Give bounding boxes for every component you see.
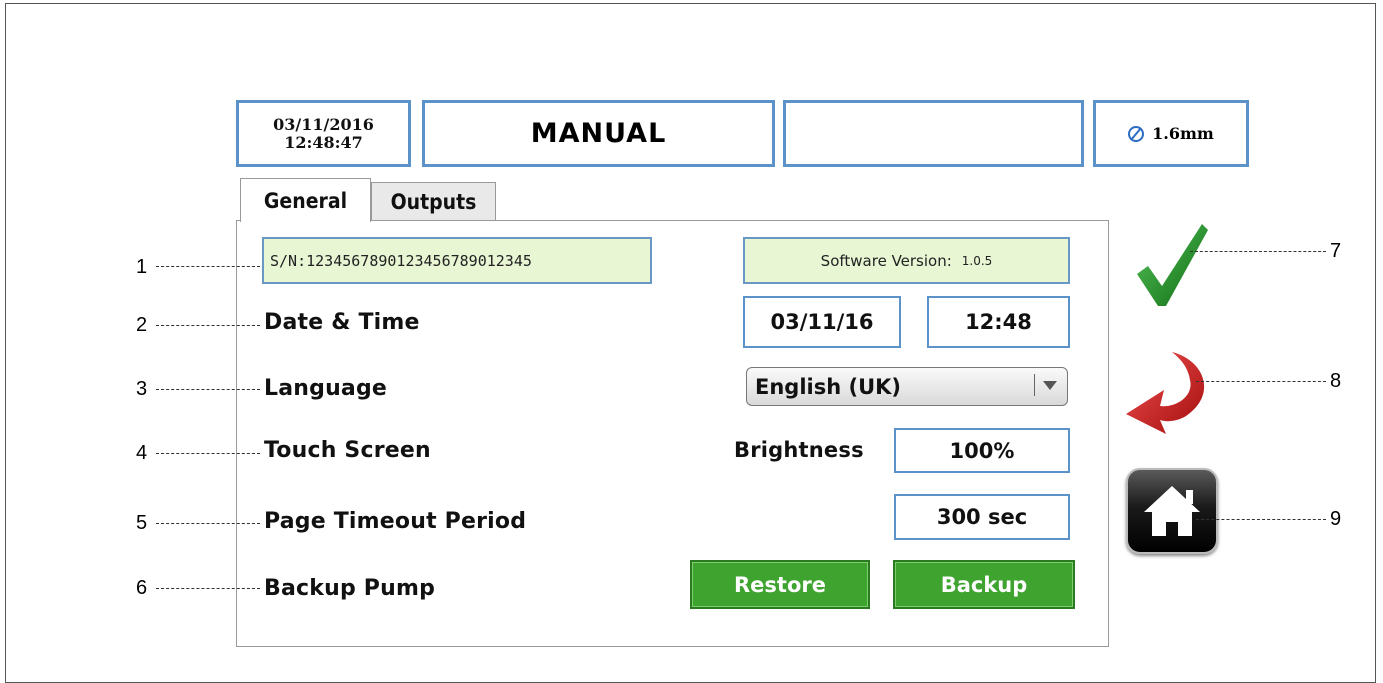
software-version-box: Software Version: 1.0.5 [743,237,1070,284]
callout-2: 2 [136,314,148,336]
restore-button-label: Restore [734,572,826,597]
callout-8: 8 [1330,370,1342,392]
backup-button-label: Backup [940,572,1028,597]
backup-button[interactable]: Backup [893,560,1075,609]
nozzle-size-display: 1.6mm [1093,100,1249,167]
software-version-label: Software Version: [820,251,952,270]
time-value: 12:48 [965,310,1032,334]
home-icon [1144,486,1200,536]
brightness-label: Brightness [734,438,864,462]
date-time-label: Date & Time [264,310,420,335]
software-version-value: 1.0.5 [961,253,993,268]
backup-pump-label: Backup Pump [264,576,436,601]
leader-line-8 [1196,381,1326,382]
brightness-value: 100% [949,438,1015,463]
checkmark-icon [1137,224,1208,306]
leader-line-9 [1196,519,1326,520]
time-field[interactable]: 12:48 [927,296,1070,348]
back-button[interactable] [1124,350,1214,436]
callout-7: 7 [1330,240,1342,262]
page-timeout-field[interactable]: 300 sec [894,494,1070,540]
callout-3: 3 [136,378,148,400]
status-display [783,100,1084,167]
leader-line-1 [156,266,260,267]
tab-general-label: General [263,188,348,213]
brightness-field[interactable]: 100% [894,428,1070,473]
back-arrow-icon [1126,352,1205,434]
tab-outputs-label: Outputs [390,189,477,214]
callout-1: 1 [136,256,148,278]
leader-line-4 [156,453,260,454]
leader-line-5 [156,523,260,524]
home-button[interactable] [1126,468,1218,554]
leader-line-2 [156,325,260,326]
restore-button[interactable]: Restore [690,560,870,609]
datetime-display: 03/11/2016 12:48:47 [236,100,411,167]
header-time: 12:48:47 [284,132,363,152]
select-divider [1034,374,1035,396]
mode-label: MANUAL [530,118,667,149]
callout-5: 5 [136,512,148,534]
date-value: 03/11/16 [770,310,874,334]
leader-line-6 [156,588,260,589]
language-label: Language [264,376,388,401]
page-timeout-label: Page Timeout Period [264,509,527,534]
date-field[interactable]: 03/11/16 [743,296,901,348]
callout-9: 9 [1330,508,1342,530]
tab-general[interactable]: General [240,178,371,222]
serial-number: S/N:1234567890123456789012345 [270,251,532,270]
language-value: English (UK) [755,374,902,399]
nozzle-size-value: 1.6mm [1152,124,1214,143]
mode-display: MANUAL [422,100,775,167]
header-date: 03/11/2016 [273,114,374,134]
page-timeout-value: 300 sec [936,505,1028,529]
diameter-icon [1128,125,1145,142]
serial-number-box: S/N:1234567890123456789012345 [262,237,652,284]
chevron-down-icon [1043,381,1057,390]
callout-4: 4 [136,442,148,464]
tab-outputs[interactable]: Outputs [371,182,496,221]
touch-screen-label: Touch Screen [264,438,431,463]
language-select[interactable]: English (UK) [746,367,1068,406]
leader-line-7 [1190,251,1326,252]
confirm-button[interactable] [1134,222,1210,308]
callout-6: 6 [136,577,148,599]
leader-line-3 [156,389,260,390]
